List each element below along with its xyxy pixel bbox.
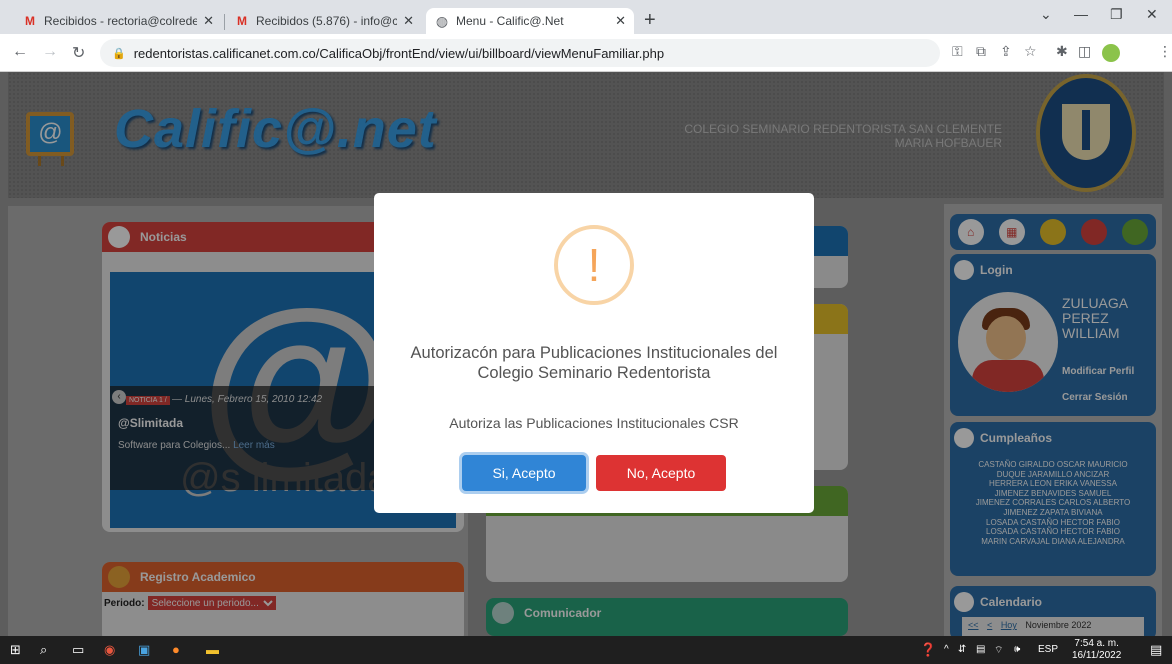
extensions-icon[interactable]: ✱ bbox=[1056, 43, 1068, 60]
key-icon[interactable]: ⚿ bbox=[952, 43, 963, 60]
firefox-icon[interactable]: ● bbox=[172, 642, 180, 657]
share-icon[interactable]: ⇪ bbox=[1000, 43, 1012, 60]
translate-icon[interactable]: ⧉ bbox=[976, 43, 986, 60]
browser-tab-gmail-info[interactable]: M Recibidos (5.876) - info@colrede ✕ bbox=[226, 8, 422, 34]
clock-time: 7:54 a. m. bbox=[1074, 638, 1119, 649]
task-view-icon[interactable]: ▭ bbox=[72, 642, 84, 658]
new-tab-icon[interactable]: + bbox=[644, 9, 656, 32]
lock-icon[interactable]: 🔒 bbox=[112, 47, 126, 60]
menu-dots-icon[interactable]: ⋮ bbox=[1158, 43, 1172, 60]
close-tab-icon[interactable]: ✕ bbox=[203, 13, 214, 29]
close-tab-icon[interactable]: ✕ bbox=[615, 13, 626, 29]
forward-icon[interactable]: → bbox=[42, 43, 58, 61]
app-icon[interactable]: ▣ bbox=[138, 642, 150, 658]
file-explorer-icon[interactable]: ▬ bbox=[206, 642, 219, 657]
search-icon[interactable]: ⌕ bbox=[40, 642, 47, 658]
minimize-icon[interactable]: — bbox=[1074, 6, 1088, 22]
wifi-icon[interactable]: ⌔ bbox=[994, 644, 1003, 657]
reload-icon[interactable]: ↻ bbox=[72, 43, 85, 63]
display-tray-icon[interactable]: ▤ bbox=[976, 644, 985, 655]
tab-separator bbox=[224, 14, 225, 30]
notifications-icon[interactable]: ▤ bbox=[1150, 642, 1162, 658]
dialog-title: Autorizacón para Publicaciones Instituci… bbox=[410, 344, 778, 382]
help-icon[interactable]: ❓ bbox=[920, 642, 936, 658]
tab-title: Recibidos - rectoria@colredentor bbox=[44, 14, 198, 28]
url-text: redentoristas.calificanet.com.co/Calific… bbox=[133, 45, 665, 61]
chevron-down-icon[interactable]: ⌄ bbox=[1040, 6, 1052, 23]
profile-avatar-icon[interactable] bbox=[1102, 44, 1120, 62]
windows-taskbar: ⊞ ⌕ ▭ ◉ ▣ ● ▬ ❓ ^ ⇵ ▤ ⌔ 🕪 ESP 7:54 a. m.… bbox=[0, 636, 1172, 664]
language-indicator[interactable]: ESP bbox=[1038, 644, 1058, 655]
decline-button[interactable]: No, Acepto bbox=[596, 455, 726, 491]
chrome-icon[interactable]: ◉ bbox=[104, 642, 115, 658]
warning-icon: ! bbox=[554, 225, 634, 305]
volume-icon[interactable]: 🕪 bbox=[1014, 644, 1020, 655]
windows-start-icon[interactable]: ⊞ bbox=[10, 642, 21, 658]
sidepanel-icon[interactable]: ◫ bbox=[1078, 43, 1091, 60]
network-tray-icon[interactable]: ⇵ bbox=[958, 644, 966, 655]
star-icon[interactable]: ☆ bbox=[1024, 43, 1037, 60]
globe-icon: ◍ bbox=[435, 12, 449, 29]
taskbar-clock[interactable]: 7:54 a. m. 16/11/2022 bbox=[1072, 638, 1121, 662]
tab-title: Recibidos (5.876) - info@colrede bbox=[256, 14, 398, 28]
close-window-icon[interactable]: ✕ bbox=[1146, 6, 1158, 23]
gmail-icon: M bbox=[237, 14, 247, 28]
accept-button[interactable]: Si, Acepto bbox=[462, 455, 586, 491]
dialog-text: Autoriza las Publicaciones Institucional… bbox=[449, 415, 739, 431]
tray-chevron-icon[interactable]: ^ bbox=[944, 644, 949, 655]
address-bar-row: ← → ↻ 🔒 redentoristas.calificanet.com.co… bbox=[0, 34, 1172, 72]
url-input[interactable]: 🔒 redentoristas.calificanet.com.co/Calif… bbox=[100, 39, 940, 67]
browser-tab-menu[interactable]: ◍ Menu - Calific@.Net ✕ bbox=[426, 8, 634, 34]
restore-icon[interactable]: ❐ bbox=[1110, 6, 1123, 23]
close-tab-icon[interactable]: ✕ bbox=[403, 13, 414, 29]
authorization-dialog: ! Autorizacón para Publicaciones Institu… bbox=[374, 193, 814, 513]
browser-tab-bar: M Recibidos - rectoria@colredentor ✕ M R… bbox=[0, 0, 1172, 34]
gmail-icon: M bbox=[25, 14, 35, 28]
back-icon[interactable]: ← bbox=[12, 43, 28, 61]
browser-tab-gmail-rectoria[interactable]: M Recibidos - rectoria@colredentor ✕ bbox=[14, 8, 222, 34]
clock-date: 16/11/2022 bbox=[1072, 650, 1122, 661]
tab-title: Menu - Calific@.Net bbox=[456, 14, 564, 28]
